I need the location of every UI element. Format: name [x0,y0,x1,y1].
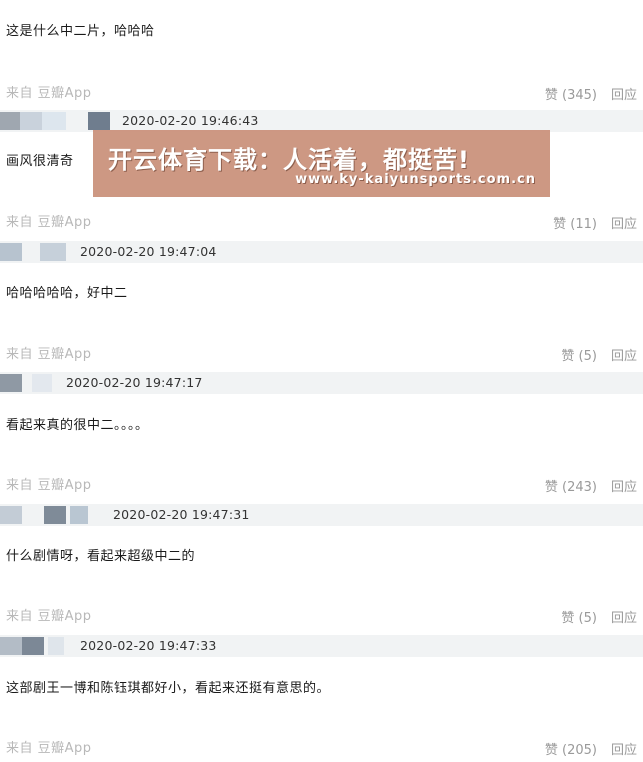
username-blur [70,506,88,524]
reply-button[interactable]: 回应 [611,611,637,626]
comment-text: 这部剧王一博和陈钰琪都好小，看起来还挺有意思的。 [6,681,331,696]
username-blur [42,112,66,130]
comment-source: 来自 豆瓣App [6,86,92,101]
comment-footer: 来自 豆瓣App 赞 (11) 回应 [0,209,643,232]
comment-footer: 来自 豆瓣App 赞 (5) 回应 [0,341,643,364]
username-blur [40,243,66,261]
comment-footer: 来自 豆瓣App 赞 (205) 回应 [0,735,643,758]
comment-header: 2020-02-20 19:46:43 [0,110,643,132]
avatar[interactable] [0,374,22,392]
comment-text: 哈哈哈哈哈，好中二 [6,286,128,301]
comment-timestamp: 2020-02-20 19:47:31 [113,507,250,522]
comment-source: 来自 豆瓣App [6,215,92,230]
comment-timestamp: 2020-02-20 19:47:33 [80,638,217,653]
like-button[interactable]: 赞 (243) [545,480,597,495]
reply-button[interactable]: 回应 [611,349,637,364]
avatar[interactable] [0,637,22,655]
comment-source: 来自 豆瓣App [6,347,92,362]
avatar[interactable] [0,112,20,130]
username-blur [32,374,52,392]
like-button[interactable]: 赞 (205) [545,743,597,758]
comment-text: 看起来真的很中二。。。。 [6,418,149,433]
comment-timestamp: 2020-02-20 19:47:17 [66,375,203,390]
username-blur [44,506,66,524]
comment-footer: 来自 豆瓣App 赞 (345) 回应 [0,80,643,103]
comment-source: 来自 豆瓣App [6,609,92,624]
comment-timestamp: 2020-02-20 19:47:04 [80,244,217,259]
watermark-url: www.ky-kaiyunsports.com.cn [295,172,536,187]
comment-source: 来自 豆瓣App [6,741,92,756]
username-blur [88,112,110,130]
comment-footer: 来自 豆瓣App 赞 (243) 回应 [0,472,643,495]
username-blur [22,637,44,655]
avatar[interactable] [0,506,22,524]
reply-button[interactable]: 回应 [611,217,637,232]
avatar[interactable] [0,243,22,261]
like-button[interactable]: 赞 (5) [561,611,597,626]
comment-header: 2020-02-20 19:47:04 [0,241,643,263]
comment-text: 什么剧情呀，看起来超级中二的 [6,549,196,564]
reply-button[interactable]: 回应 [611,743,637,758]
like-button[interactable]: 赞 (345) [545,88,597,103]
username-blur [20,112,42,130]
comment-footer: 来自 豆瓣App 赞 (5) 回应 [0,603,643,626]
comment-text: 这是什么中二片，哈哈哈 [6,24,155,39]
comment-header: 2020-02-20 19:47:33 [0,635,643,657]
like-button[interactable]: 赞 (11) [553,217,597,232]
reply-button[interactable]: 回应 [611,88,637,103]
watermark-banner: 开云体育下载：人活着，都挺苦! www.ky-kaiyunsports.com.… [93,130,550,197]
comment-source: 来自 豆瓣App [6,478,92,493]
comment-text: 画风很清奇 [6,154,74,169]
comment-header: 2020-02-20 19:47:17 [0,372,643,394]
username-blur [48,637,64,655]
reply-button[interactable]: 回应 [611,480,637,495]
like-button[interactable]: 赞 (5) [561,349,597,364]
comment-header: 2020-02-20 19:47:31 [0,504,643,526]
comment-timestamp: 2020-02-20 19:46:43 [122,113,259,128]
watermark-title: 开云体育下载：人活着，都挺苦! [108,146,470,174]
